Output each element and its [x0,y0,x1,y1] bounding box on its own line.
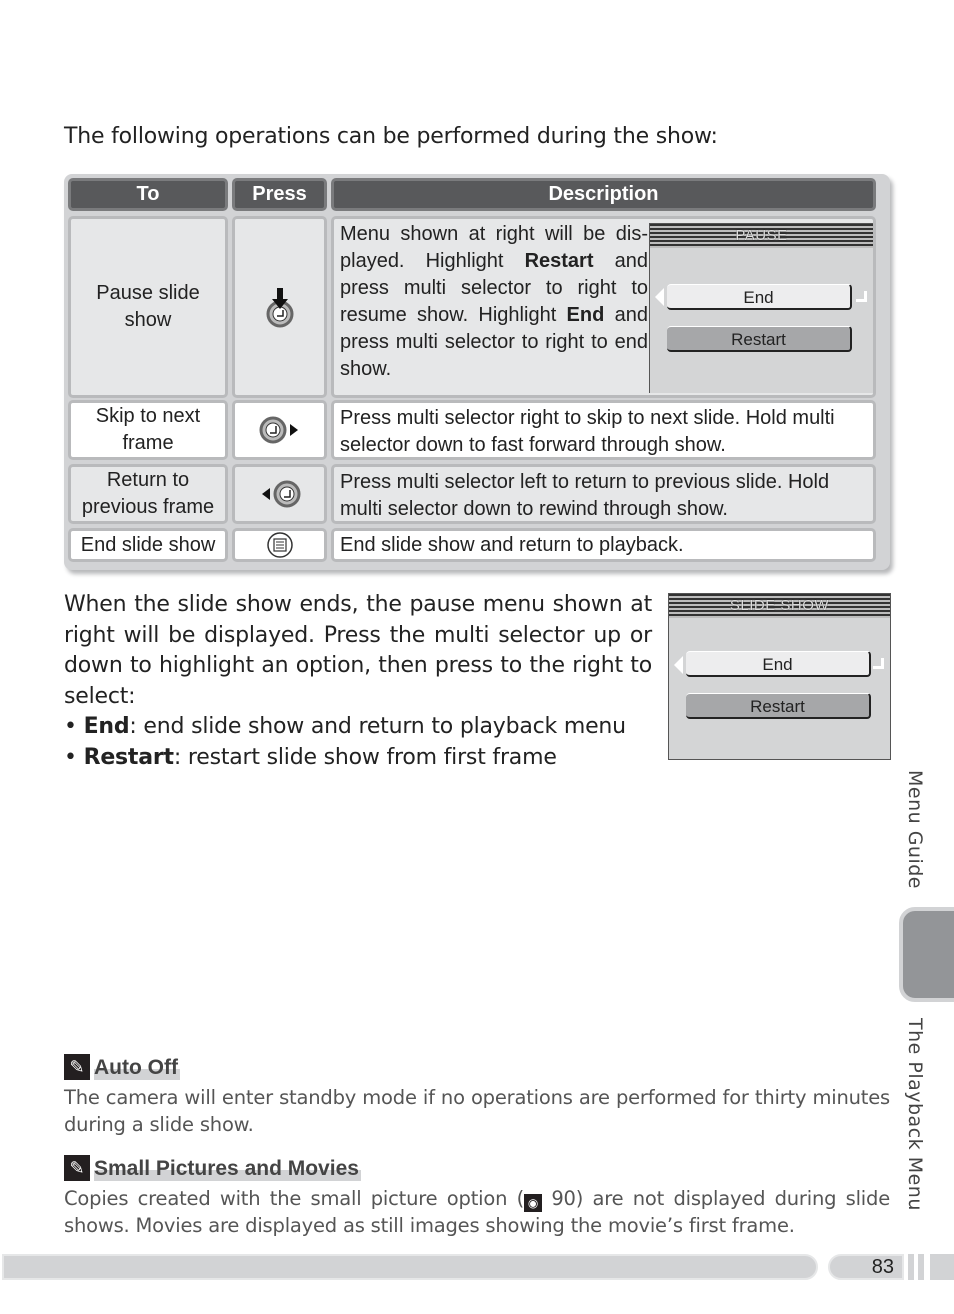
pause-menu-option-end[interactable]: End [667,284,852,310]
left-arrow-icon [655,288,664,306]
slideshow-menu-option-restart[interactable]: Restart [686,693,871,719]
pause-menu-title: PAUSE [650,224,873,248]
table-row-4-press [232,528,327,562]
note-auto-off-text: The camera will enter standby mode if no… [64,1086,890,1136]
table-row-3-description: Press multi selector left to return to p… [331,464,876,524]
bullet-end: • End: end slide show and return to play… [64,714,626,739]
operations-table: To Press Description Pause slide show Me… [64,174,890,570]
side-tab-marker [899,907,954,1002]
header-description: Description [331,178,876,211]
note-auto-off-heading: ✎ Auto Off [64,1054,180,1080]
side-label-playback-menu: The Playback Menu [904,1018,926,1211]
footer-stripe [918,1254,924,1280]
row-label: Pause slide show [96,282,200,331]
header-to: To [68,178,228,211]
enter-icon [856,291,867,302]
bullet-restart: • Restart: restart slide show from first… [64,744,557,770]
footer-stripe [930,1254,954,1280]
table-row-3-to: Return to previous frame [68,464,228,524]
left-arrow-icon [674,656,683,674]
page-reference-icon: ◉ [524,1194,542,1212]
multi-selector-right-icon [259,416,298,444]
pencil-icon: ✎ [64,1155,90,1181]
slideshow-menu-screenshot: SLIDE SHOW End Restart [668,593,891,760]
table-row-1-description: Menu shown at right will be dis-played. … [331,216,876,398]
note-small-pictures-heading: ✎ Small Pictures and Movies [64,1155,361,1181]
row-label: End slide show [80,533,216,556]
header-press: Press [232,178,327,211]
table-row-1-to: Pause slide show [68,216,228,398]
slideshow-menu-title: SLIDE SHOW [669,594,890,618]
table-row-2-press [232,400,327,460]
table-row-4-to: End slide show [68,528,228,562]
table-row-1-press [232,216,327,398]
row-label: Skip to next frame [95,405,201,454]
multi-selector-center-press-icon [266,288,293,328]
row-label: Return to previous frame [81,469,215,518]
pencil-icon: ✎ [64,1054,90,1080]
table-row-2-to: Skip to next frame [68,400,228,460]
intro-text: The following operations can be performe… [64,124,718,149]
footer-stripe [908,1254,914,1280]
slideshow-end-paragraph: When the slide show ends, the pause menu… [64,590,652,773]
menu-button-icon [266,532,293,558]
table-row-3-press [232,464,327,524]
note-small-pictures-text: Copies created with the small picture op… [64,1187,891,1237]
page-reference-link[interactable]: 90 [551,1187,576,1210]
enter-icon [873,658,884,669]
slideshow-menu-option-end[interactable]: End [686,651,871,677]
page-number: 83 [828,1254,904,1280]
table-row-2-description: Press multi selector right to skip to ne… [331,400,876,460]
table-row-4-description: End slide show and return to playback. [331,528,876,562]
side-label-menu-guide: Menu Guide [904,770,926,889]
footer-bar [2,1254,818,1280]
row-1-description-text: Menu shown at right will be dis-played. … [340,223,648,380]
pause-menu-screenshot: PAUSE End Restart [649,223,873,393]
multi-selector-left-icon [261,480,300,508]
pause-menu-option-restart[interactable]: Restart [667,326,852,352]
